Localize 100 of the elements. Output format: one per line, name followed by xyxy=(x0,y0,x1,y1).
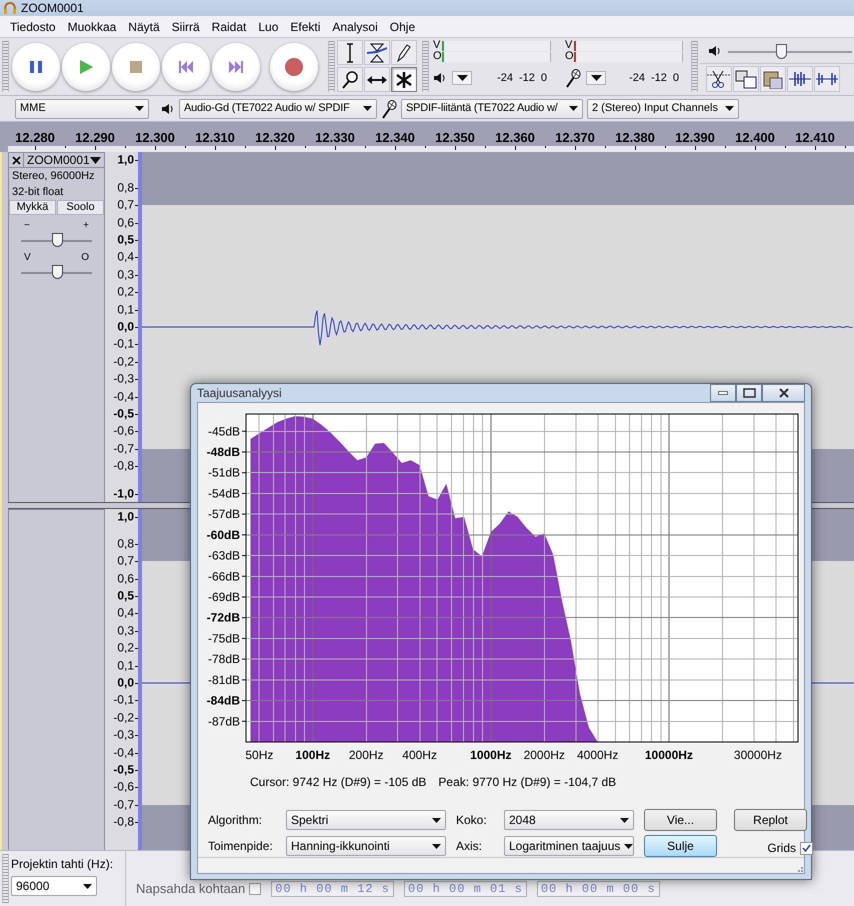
edit-button[interactable] xyxy=(814,66,840,92)
axis-tick-label: 1000Hz xyxy=(470,748,512,762)
tick-mark xyxy=(242,679,246,680)
project-rate-dropdown[interactable]: 96000 xyxy=(11,876,97,896)
paste-icon xyxy=(761,69,785,89)
track-toggle-button[interactable]: Mykkä xyxy=(9,200,56,215)
axis-label: -0,3 xyxy=(113,728,134,742)
waveform-icon xyxy=(788,69,812,89)
grids-checkbox[interactable] xyxy=(800,842,813,854)
channel-label: O xyxy=(433,51,442,62)
tool-button[interactable] xyxy=(364,40,390,65)
edit-button[interactable] xyxy=(760,66,786,92)
tick-mark xyxy=(242,720,246,722)
output-device-dropdown[interactable]: Audio-Gd (TE7022 Audio w/ SPDIF xyxy=(179,98,377,118)
dialog-button[interactable]: Sulje xyxy=(644,835,717,857)
volume-slider[interactable] xyxy=(728,42,852,58)
axis-tick-label: -54dB xyxy=(208,486,240,500)
axis-tick-label: -63dB xyxy=(208,548,240,563)
axis-tick-label: -81dB xyxy=(208,672,240,687)
tick-mark xyxy=(242,492,246,494)
maximize-button[interactable] xyxy=(736,384,762,402)
skip-to-end-button[interactable] xyxy=(212,42,260,90)
dialog-button[interactable]: Vie... xyxy=(644,809,717,831)
axis-dropdown[interactable]: Logaritminen taajuus xyxy=(504,836,634,856)
axis-tick-label: -84dB xyxy=(206,694,240,708)
axis-label: 0,7 xyxy=(117,198,134,212)
tool-button[interactable] xyxy=(364,67,390,92)
caret-icon xyxy=(432,818,441,822)
timeline-label: 12.400 xyxy=(735,129,775,147)
function-dropdown[interactable]: Hanning-ikkunointi xyxy=(286,836,446,856)
axis-label: 0,2 xyxy=(117,642,134,655)
menu-item[interactable]: Analysoi xyxy=(326,18,384,36)
snap-checkbox[interactable] xyxy=(249,882,262,894)
tool-button[interactable] xyxy=(391,67,417,92)
track-info: 32-bit float xyxy=(11,185,64,200)
meter-menu-button[interactable] xyxy=(452,71,472,85)
slider-label: O xyxy=(81,253,89,263)
caret-icon xyxy=(456,75,468,81)
algorithm-dropdown[interactable]: Spektri xyxy=(286,810,446,830)
channel-label: V xyxy=(565,40,574,51)
track-toggle-button[interactable]: Soolo xyxy=(57,200,104,215)
input-device-dropdown[interactable]: SPDIF-liitäntä (TE7022 Audio w/ xyxy=(401,98,583,118)
menu-item[interactable]: Efekti xyxy=(284,18,326,36)
timeline-label: 12.340 xyxy=(375,129,415,147)
menu-item[interactable]: Muokkaa xyxy=(62,18,122,36)
slider-thumb[interactable] xyxy=(776,44,788,58)
track-name-dropdown[interactable]: ZOOM0001 xyxy=(24,153,104,167)
slider-thumb[interactable] xyxy=(52,233,62,247)
toolbar-grip[interactable] xyxy=(2,41,9,92)
meter-menu-button[interactable] xyxy=(586,71,606,85)
edit-button[interactable] xyxy=(706,66,732,92)
menu-item[interactable]: Tiedosto xyxy=(4,18,62,36)
tick-mark xyxy=(242,472,246,474)
minimize-button[interactable] xyxy=(710,384,736,402)
channel-label: V xyxy=(433,40,442,51)
menu-item[interactable]: Ohje xyxy=(384,18,422,36)
toolbar-grip[interactable] xyxy=(422,41,429,92)
menu-item[interactable]: Luo xyxy=(252,18,284,36)
pan-slider[interactable] xyxy=(21,263,92,279)
skip-to-start-button[interactable] xyxy=(162,42,210,90)
axis-tick-label: -45dB xyxy=(208,424,240,438)
pause-button[interactable] xyxy=(12,42,60,90)
meter-scale-label: 0 xyxy=(672,70,679,86)
axis-label: -0,4 xyxy=(113,746,134,760)
axis-label: 0,8 xyxy=(117,537,134,550)
input-channels-dropdown[interactable]: 2 (Stereo) Input Channels xyxy=(587,98,739,118)
meter-scale-label: -12 xyxy=(518,70,535,86)
app-icon xyxy=(3,2,17,14)
stop-icon xyxy=(129,60,143,74)
axis-tick-label: 200Hz xyxy=(348,748,384,762)
play-icon xyxy=(79,60,93,74)
edit-button[interactable] xyxy=(787,66,813,92)
gain-slider[interactable] xyxy=(21,231,92,247)
tool-button[interactable] xyxy=(337,67,363,92)
axis-tick-label: 2000Hz xyxy=(524,748,565,762)
axis-label: 0,0 xyxy=(117,676,134,690)
record-icon xyxy=(285,58,303,76)
axis-tick-label: 400Hz xyxy=(402,748,437,762)
timeline-ruler[interactable]: 12.280 12.290 12.300 12.310 12.320 12.330 12.340 12.350 12.360 12.370 12.380 12.390 12.400 12.410 xyxy=(0,122,854,152)
menu-item[interactable]: Näytä xyxy=(122,18,166,36)
audio-host-dropdown[interactable]: MME xyxy=(15,98,149,118)
size-dropdown[interactable]: 2048 xyxy=(504,810,634,830)
slider-thumb[interactable] xyxy=(52,265,62,279)
close-button[interactable] xyxy=(762,384,805,402)
menu-item[interactable]: Siirrä xyxy=(166,18,206,36)
toolbar-grip[interactable] xyxy=(328,41,335,92)
close-icon xyxy=(778,388,788,398)
play-button[interactable] xyxy=(62,42,110,90)
menu-item[interactable]: Raidat xyxy=(206,18,252,36)
dialog-button[interactable]: Replot xyxy=(734,809,807,831)
record-button[interactable] xyxy=(270,42,318,90)
toolbar-grip[interactable] xyxy=(2,854,9,903)
tool-button[interactable] xyxy=(337,40,363,65)
edit-button[interactable] xyxy=(733,66,759,92)
axis-label: 1,0 xyxy=(117,510,134,524)
caret-icon xyxy=(135,106,144,111)
tick-mark xyxy=(242,576,246,577)
toolbar-grip[interactable] xyxy=(691,41,698,92)
timeline-label: 12.300 xyxy=(135,129,175,147)
tool-button[interactable] xyxy=(391,40,417,65)
